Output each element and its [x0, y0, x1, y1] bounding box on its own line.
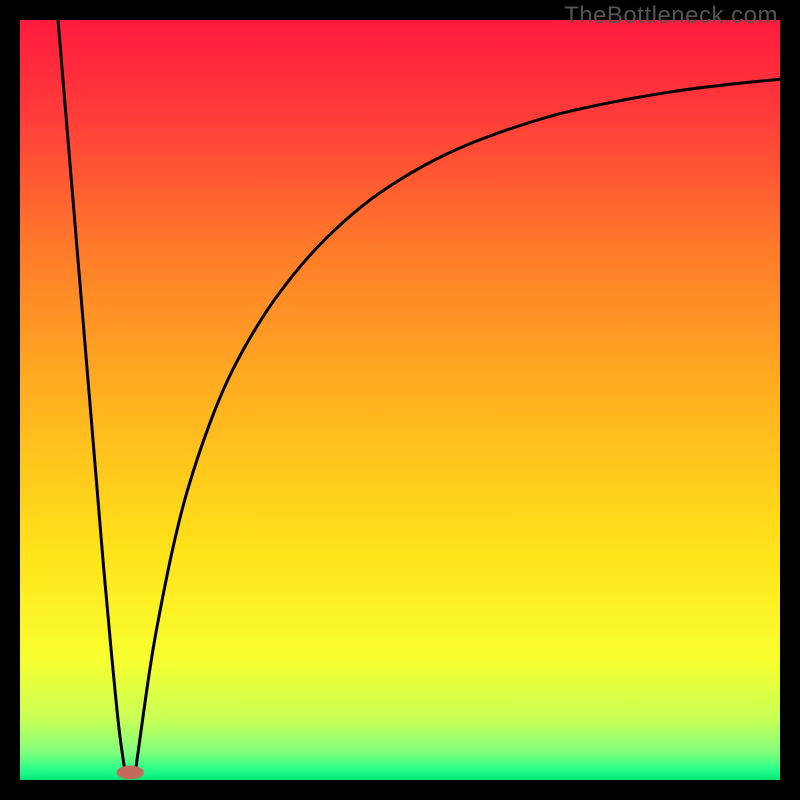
watermark-text: TheBottleneck.com [564, 2, 778, 30]
chart-frame [20, 20, 780, 780]
minimum-marker [117, 766, 144, 780]
chart-background [20, 20, 780, 780]
bottleneck-chart [20, 20, 780, 780]
